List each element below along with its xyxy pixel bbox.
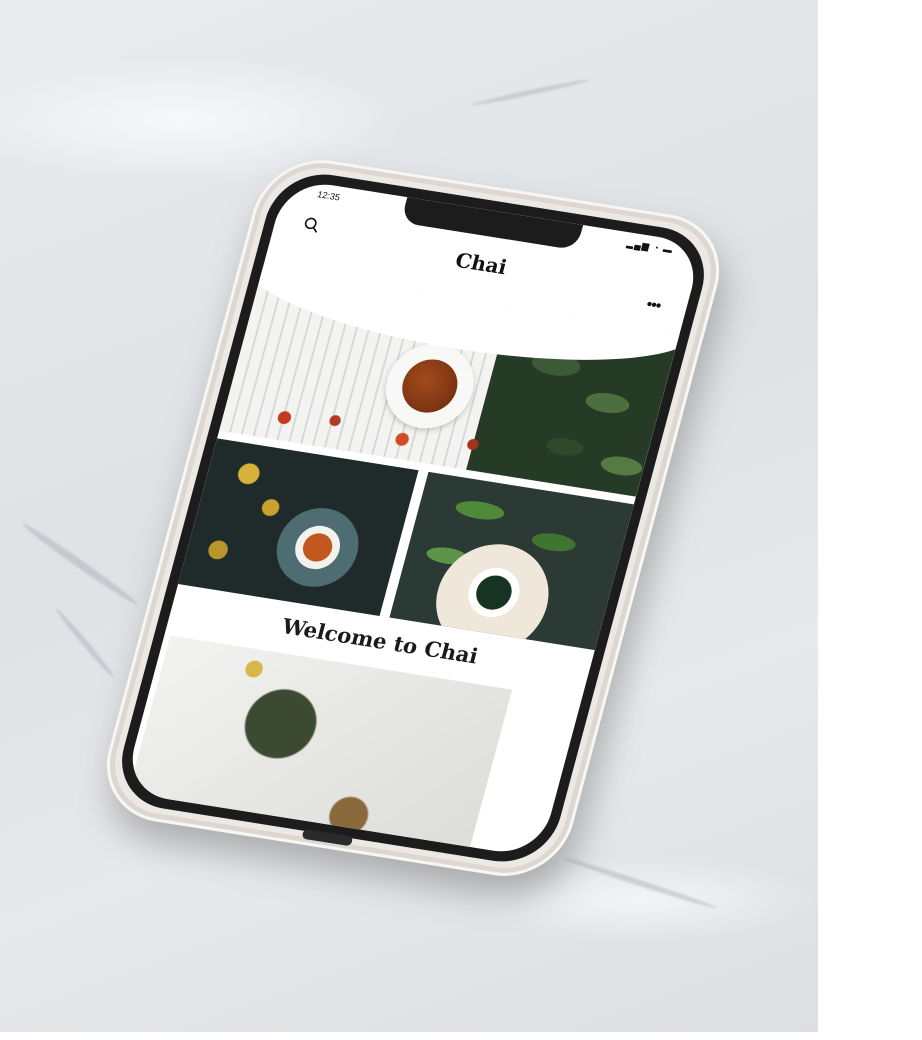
green-tea-plate-image — [423, 536, 561, 651]
marble-vein — [562, 855, 718, 911]
photo-tile-left[interactable] — [178, 438, 419, 616]
marble-vein — [53, 606, 117, 680]
tea-saucer-image — [267, 502, 368, 593]
status-time: 12:35 — [316, 189, 342, 203]
marble-vein — [470, 77, 590, 108]
status-icons: ▂▄▆ ◔ ▬ — [625, 238, 675, 256]
page-margin — [818, 0, 922, 1040]
more-icon[interactable]: ••• — [644, 296, 662, 316]
photo-tile-right[interactable] — [389, 471, 634, 651]
marble-vein — [20, 520, 140, 608]
